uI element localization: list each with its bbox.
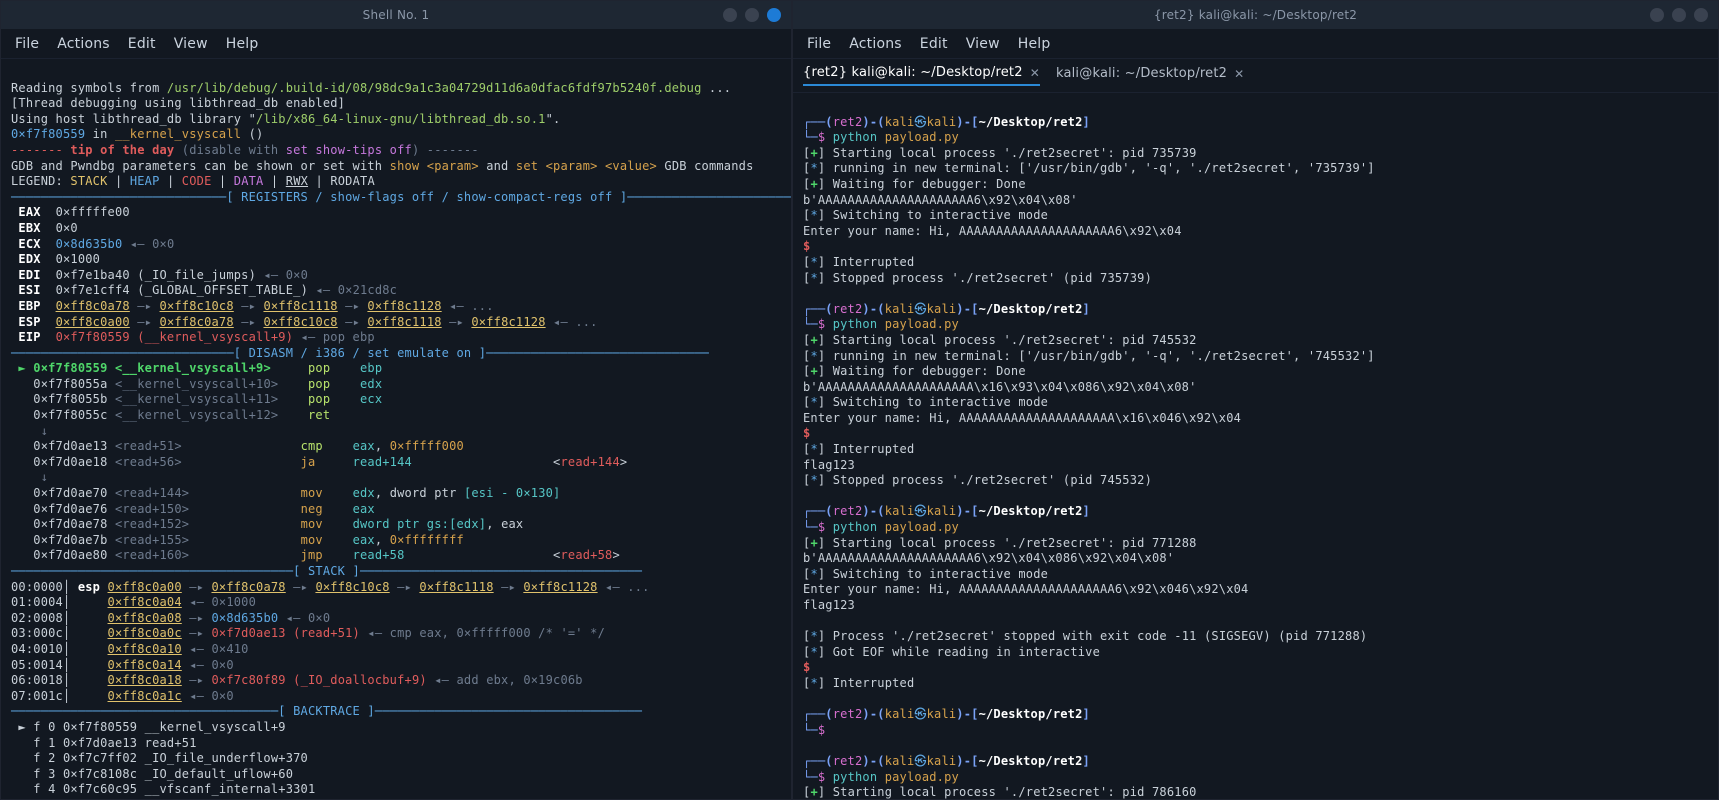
window-controls [1650, 8, 1708, 22]
menu-actions[interactable]: Actions [57, 36, 110, 52]
menu-view[interactable]: View [966, 36, 1000, 52]
close-icon[interactable]: ✕ [1030, 66, 1040, 80]
tab-label: {ret2} kali@kali: ~/Desktop/ret2 [803, 65, 1023, 80]
menu-help[interactable]: Help [1018, 36, 1051, 52]
titlebar-left: Shell No. 1 [1, 1, 791, 29]
menu-view[interactable]: View [174, 36, 208, 52]
maximize-icon[interactable] [1672, 8, 1686, 22]
tab-label: kali@kali: ~/Desktop/ret2 [1056, 66, 1227, 81]
close-icon[interactable] [767, 8, 781, 22]
minimize-icon[interactable] [723, 8, 737, 22]
menubar-left: File Actions Edit View Help [1, 29, 791, 59]
window-controls [723, 8, 781, 22]
pane-shell: Shell No. 1 File Actions Edit View Help … [0, 0, 792, 800]
terminal-right[interactable]: ┌──(ret2)-(kali㉿kali)-[~/Desktop/ret2] └… [793, 93, 1718, 799]
menu-file[interactable]: File [15, 36, 39, 52]
titlebar-right: {ret2} kali@kali: ~/Desktop/ret2 [793, 1, 1718, 29]
tab-ret2-active[interactable]: {ret2} kali@kali: ~/Desktop/ret2 ✕ [803, 65, 1040, 86]
tab-bar: {ret2} kali@kali: ~/Desktop/ret2 ✕ kali@… [793, 59, 1718, 93]
menu-edit[interactable]: Edit [920, 36, 948, 52]
menu-file[interactable]: File [807, 36, 831, 52]
window-title: Shell No. 1 [11, 8, 781, 22]
minimize-icon[interactable] [1650, 8, 1664, 22]
menu-help[interactable]: Help [226, 36, 259, 52]
menu-actions[interactable]: Actions [849, 36, 902, 52]
maximize-icon[interactable] [745, 8, 759, 22]
close-icon[interactable]: ✕ [1234, 67, 1244, 81]
window-title: {ret2} kali@kali: ~/Desktop/ret2 [803, 8, 1708, 22]
terminal-left[interactable]: Reading symbols from /usr/lib/debug/.bui… [1, 59, 791, 799]
menu-edit[interactable]: Edit [128, 36, 156, 52]
tab-kali[interactable]: kali@kali: ~/Desktop/ret2 ✕ [1056, 65, 1244, 86]
menubar-right: File Actions Edit View Help [793, 29, 1718, 59]
pane-pwntools: {ret2} kali@kali: ~/Desktop/ret2 File Ac… [792, 0, 1719, 800]
close-icon[interactable] [1694, 8, 1708, 22]
